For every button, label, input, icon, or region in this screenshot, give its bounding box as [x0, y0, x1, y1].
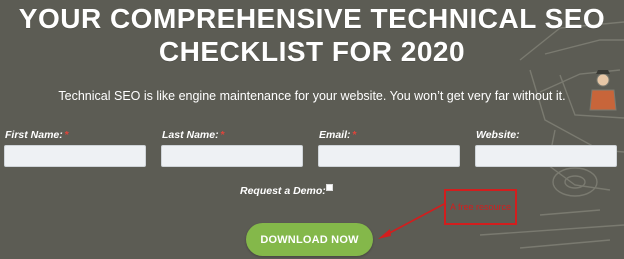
last-name-label: Last Name: *	[162, 129, 225, 141]
page-title-line-1: YOUR COMPREHENSIVE TECHNICAL SEO	[18, 3, 606, 34]
download-now-button[interactable]: DOWNLOAD NOW	[246, 223, 373, 256]
website-input[interactable]	[475, 145, 617, 167]
request-demo-label: Request a Demo:	[240, 185, 326, 197]
required-marker: *	[352, 129, 357, 141]
email-label-text: Email:	[319, 129, 351, 141]
email-input[interactable]	[318, 145, 460, 167]
required-marker: *	[64, 129, 69, 141]
first-name-label-text: First Name:	[5, 129, 63, 141]
request-demo-checkbox[interactable]	[326, 184, 333, 191]
annotation-box: A free resource	[444, 189, 517, 225]
annotation-text: A free resource	[449, 202, 512, 212]
first-name-label: First Name: *	[5, 129, 69, 141]
last-name-input[interactable]	[161, 145, 303, 167]
required-marker: *	[220, 129, 225, 141]
last-name-label-text: Last Name:	[162, 129, 219, 141]
website-label-text: Website:	[476, 129, 520, 141]
first-name-input[interactable]	[4, 145, 146, 167]
email-label: Email: *	[319, 129, 357, 141]
page-subtitle: Technical SEO is like engine maintenance…	[58, 89, 566, 103]
website-label: Website:	[476, 129, 520, 141]
page-title-line-2: CHECKLIST FOR 2020	[158, 36, 466, 67]
